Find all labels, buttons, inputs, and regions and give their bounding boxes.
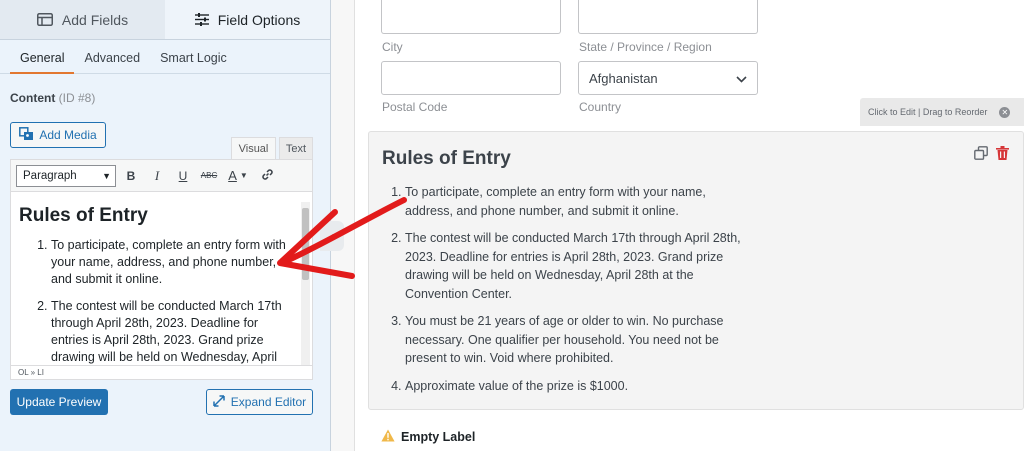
format-select[interactable]: Paragraph ▼ (16, 164, 116, 187)
editor-list: To participate, complete an entry form w… (19, 237, 293, 366)
edit-reorder-hint[interactable]: Click to Edit | Drag to Reorder ✕ (860, 98, 1024, 126)
rules-list-item: The contest will be conducted March 17th… (405, 229, 752, 303)
country-sublabel: Country (579, 100, 622, 114)
content-option-label: Content (ID #8) (10, 91, 95, 105)
subtab-general[interactable]: General (10, 40, 75, 74)
postal-code-sublabel: Postal Code (382, 100, 448, 114)
subtab-advanced[interactable]: Advanced (74, 40, 150, 74)
edit-hint-text: Click to Edit | Drag to Reorder (868, 107, 988, 117)
form-preview: City State / Province / Region Postal Co… (356, 0, 1024, 451)
editor-heading: Rules of Entry (19, 205, 148, 226)
text-color-button[interactable]: A ▼ (224, 165, 252, 187)
link-icon (261, 168, 274, 184)
expand-editor-label: Expand Editor (230, 395, 307, 409)
text-color-icon: A (228, 168, 237, 183)
chevron-down-icon: ▼ (102, 170, 111, 181)
list-icon (36, 13, 53, 26)
underline-button[interactable]: U (172, 165, 194, 187)
country-select[interactable]: Afghanistan (578, 61, 758, 95)
options-subtabs: General Advanced Smart Logic (0, 40, 330, 74)
state-input[interactable] (578, 0, 758, 34)
warning-icon (381, 429, 395, 445)
tab-field-options-label: Field Options (217, 11, 301, 28)
rules-heading: Rules of Entry (382, 148, 511, 169)
add-media-button[interactable]: Add Media (10, 122, 106, 148)
tab-add-fields-label: Add Fields (61, 11, 129, 28)
expand-editor-button[interactable]: Expand Editor (206, 389, 313, 415)
content-label-text: Content (10, 91, 56, 105)
country-select-value: Afghanistan (589, 70, 658, 86)
field-options-panel: Add Fields Field Options General Advance… (0, 0, 331, 451)
panel-tabs: Add Fields Field Options (0, 0, 330, 40)
update-preview-button[interactable]: Update Preview (10, 389, 108, 415)
editor-content[interactable]: Rules of Entry To participate, complete … (11, 198, 301, 366)
rules-list-item: To participate, complete an entry form w… (405, 183, 752, 220)
rules-list-item: You must be 21 years of age or older to … (405, 312, 752, 368)
collapse-panel-button[interactable]: ‹ (320, 221, 344, 251)
duplicate-icon[interactable] (974, 146, 988, 165)
content-id: (ID #8) (58, 91, 96, 105)
caret-down-icon: ▼ (239, 171, 248, 180)
editor-path: OL » LI (11, 365, 312, 379)
bold-button[interactable]: B (120, 165, 142, 187)
field-actions (974, 146, 1009, 165)
media-icon (19, 126, 34, 144)
html-content-field[interactable]: Rules of Entry To participate, complete … (368, 131, 1024, 410)
scrollbar-thumb[interactable] (302, 208, 309, 280)
editor-scrollbar[interactable] (301, 202, 310, 366)
chevron-left-icon: ‹ (330, 229, 334, 243)
chevron-down-icon (736, 71, 747, 86)
empty-label-text: Empty Label (401, 430, 476, 444)
empty-label-warning: Empty Label (381, 429, 475, 445)
editor-toolbar: Paragraph ▼ B I U ABC A ▼ (11, 160, 312, 192)
italic-button[interactable]: I (146, 165, 168, 187)
sliders-icon (194, 13, 209, 26)
format-select-value: Paragraph (23, 169, 77, 182)
add-media-label: Add Media (39, 128, 97, 142)
rich-text-editor[interactable]: Paragraph ▼ B I U ABC A ▼ Rules of Entry… (10, 159, 313, 380)
city-input[interactable] (381, 0, 561, 34)
subtab-smart-logic[interactable]: Smart Logic (150, 40, 237, 74)
strikethrough-button[interactable]: ABC (198, 165, 220, 187)
close-icon[interactable]: ✕ (999, 106, 1011, 118)
editor-list-item: The contest will be conducted March 17th… (51, 298, 293, 366)
editor-list-item: To participate, complete an entry form w… (51, 237, 293, 288)
city-sublabel: City (382, 40, 403, 54)
postal-code-input[interactable] (381, 61, 561, 95)
rules-list-item: Approximate value of the prize is $1000. (405, 377, 752, 396)
editor-tab-text[interactable]: Text (279, 137, 313, 159)
state-sublabel: State / Province / Region (579, 40, 712, 54)
editor-tab-visual[interactable]: Visual (231, 137, 276, 159)
tab-add-fields[interactable]: Add Fields (0, 0, 165, 39)
link-button[interactable] (256, 165, 278, 187)
tab-field-options[interactable]: Field Options (165, 0, 330, 39)
expand-icon (213, 394, 225, 410)
trash-icon[interactable] (996, 146, 1009, 165)
rules-list: To participate, complete an entry form w… (382, 183, 752, 404)
